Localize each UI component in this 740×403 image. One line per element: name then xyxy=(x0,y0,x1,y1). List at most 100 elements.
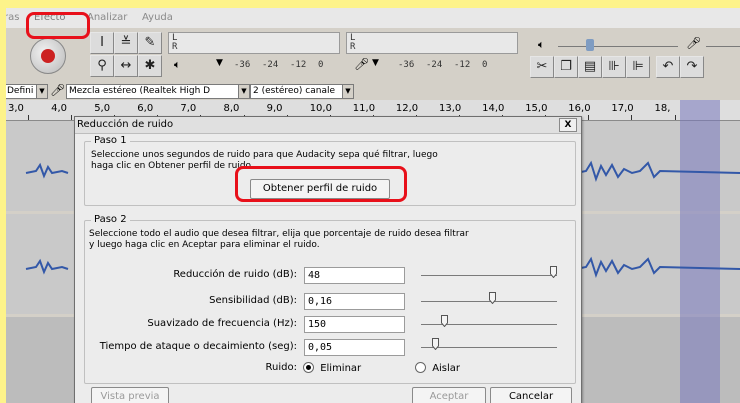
meter-tick: -24 xyxy=(262,60,279,70)
ok-button[interactable]: Aceptar xyxy=(412,387,486,403)
attack-decay-label: Tiempo de ataque o decaimiento (seg): xyxy=(99,341,297,352)
ruler-tick-mark xyxy=(28,115,29,120)
step2-text-line2: y luego haga clic en Aceptar para elimin… xyxy=(89,240,320,250)
timeshift-tool-icon[interactable]: ↔ xyxy=(114,55,138,77)
copy-icon[interactable]: ❐ xyxy=(554,56,578,78)
menu-bar: ras Efecto Analizar Ayuda xyxy=(6,8,740,28)
multi-tool-icon[interactable]: ✱ xyxy=(138,55,162,77)
host-select[interactable]: Defini ▼ xyxy=(6,84,48,99)
recording-meter[interactable]: L R xyxy=(346,32,518,54)
highlight-effect-menu xyxy=(26,12,90,39)
radio-isolate[interactable]: Aislar xyxy=(415,362,460,374)
meter-tick: -12 xyxy=(290,60,307,70)
meter-tick: -24 xyxy=(426,60,443,70)
cut-icon[interactable]: ✂ xyxy=(530,56,554,78)
frequency-smoothing-input[interactable]: 150 xyxy=(304,316,405,333)
noise-reduction-input[interactable]: 48 xyxy=(304,267,405,284)
radio-remove-label: Eliminar xyxy=(320,362,362,374)
input-device-value: Mezcla estéreo (Realtek High D xyxy=(69,86,211,96)
host-select-value: Defini xyxy=(7,86,34,96)
channels-select[interactable]: 2 (estéreo) canale ▼ xyxy=(250,84,354,99)
trim-icon[interactable]: ⊪ xyxy=(602,56,626,78)
silence-icon[interactable]: ⊫ xyxy=(626,56,650,78)
ruler-tick-label: 11,0 xyxy=(352,103,376,114)
step2-title: Paso 2 xyxy=(91,214,130,225)
attack-decay-slider[interactable] xyxy=(421,347,557,348)
highlight-get-profile-button xyxy=(235,166,407,202)
ruler-tick-mark xyxy=(631,115,633,120)
toolbar: I ≚ ✎ ⚲ ↔ ✱ L R 🔈︎ ▼ -36 -24 -12 0 L R 🎤… xyxy=(6,28,740,83)
dialog-title: Reducción de ruido xyxy=(77,119,174,130)
menu-item-analyze[interactable]: Analizar xyxy=(87,12,127,23)
menu-item-tracks[interactable]: ras xyxy=(6,12,19,23)
close-button[interactable]: X xyxy=(559,118,577,132)
zoom-tool-icon[interactable]: ⚲ xyxy=(90,55,114,77)
ruler-tick-label: 14,0 xyxy=(482,103,505,114)
microphone-icon: 🎤︎ xyxy=(50,83,66,97)
playback-volume-thumb[interactable] xyxy=(586,39,594,51)
noise-reduction-label: Reducción de ruido (dB): xyxy=(173,269,297,280)
ruler-tick-label: 5,0 xyxy=(94,103,111,114)
noise-reduction-slider[interactable] xyxy=(421,275,557,276)
meter-r-label: R xyxy=(172,42,178,52)
slider-thumb[interactable] xyxy=(549,266,557,279)
radio-unselected-icon xyxy=(415,362,426,373)
ruler-tick-label: 8,0 xyxy=(223,103,240,114)
selection-tool-icon[interactable]: I xyxy=(90,32,114,54)
chevron-down-icon: ▼ xyxy=(342,85,353,98)
slider-thumb[interactable] xyxy=(441,315,449,328)
menu-item-help[interactable]: Ayuda xyxy=(142,12,173,23)
draw-tool-icon[interactable]: ✎ xyxy=(138,32,162,54)
slider-thumb[interactable] xyxy=(431,338,439,351)
meter-tick: -12 xyxy=(454,60,471,70)
microphone-icon: 🎤︎ xyxy=(686,36,702,50)
record-volume-slider[interactable] xyxy=(706,46,740,47)
step1-title: Paso 1 xyxy=(91,135,130,146)
chevron-down-icon: ▼ xyxy=(238,85,249,98)
chevron-down-icon[interactable]: ▼ xyxy=(372,58,379,68)
attack-decay-input[interactable]: 0,05 xyxy=(304,339,405,356)
meter-tick: -36 xyxy=(398,60,415,70)
step2-instructions: Seleccione todo el audio que desea filtr… xyxy=(89,229,469,251)
ruler-tick-label: 15,0 xyxy=(525,103,548,114)
sensitivity-label: Sensibilidad (dB): xyxy=(209,295,297,306)
speaker-icon: 🔈︎ xyxy=(538,38,545,51)
redo-icon[interactable]: ↷ xyxy=(680,56,704,78)
input-device-select[interactable]: Mezcla estéreo (Realtek High D ▼ xyxy=(66,84,250,99)
noise-label: Ruido: xyxy=(265,362,297,373)
ruler-tick-label: 6,0 xyxy=(137,103,154,114)
envelope-tool-icon[interactable]: ≚ xyxy=(114,32,138,54)
sensitivity-input[interactable]: 0,16 xyxy=(304,293,405,310)
meter-tick: 0 xyxy=(482,60,488,70)
slider-thumb[interactable] xyxy=(488,292,496,305)
ruler-tick-mark xyxy=(71,115,73,120)
radio-remove[interactable]: Eliminar xyxy=(303,362,361,374)
ruler-tick-label: 13,0 xyxy=(439,103,462,114)
chevron-down-icon[interactable]: ▼ xyxy=(216,58,223,68)
ruler-tick-label: 12,0 xyxy=(395,103,419,114)
record-icon xyxy=(41,49,55,63)
device-toolbar: Defini ▼ 🎤︎ Mezcla estéreo (Realtek High… xyxy=(6,82,740,101)
record-button[interactable] xyxy=(30,38,66,74)
ruler-tick-mark xyxy=(588,115,590,120)
ruler-tick-label: 9,0 xyxy=(266,103,283,114)
undo-icon[interactable]: ↶ xyxy=(656,56,680,78)
ruler-tick-label: 4,0 xyxy=(51,103,67,114)
playback-volume-slider[interactable] xyxy=(558,46,678,47)
channels-value: 2 (estéreo) canale xyxy=(253,86,336,96)
dialog-titlebar[interactable]: Reducción de ruido X xyxy=(75,117,581,134)
cancel-button[interactable]: Cancelar xyxy=(490,387,572,403)
paste-icon[interactable]: ▤ xyxy=(578,56,602,78)
step2-text-line1: Seleccione todo el audio que desea filtr… xyxy=(89,229,469,239)
ruler-tick-label: 16,0 xyxy=(568,103,591,114)
step1-text-line1: Seleccione unos segundos de ruido para q… xyxy=(91,150,438,160)
meter-tick: 0 xyxy=(318,60,324,70)
playback-meter[interactable]: L R xyxy=(168,32,340,54)
chevron-down-icon: ▼ xyxy=(36,85,47,98)
audacity-window: ras Efecto Analizar Ayuda I ≚ ✎ ⚲ ↔ ✱ L … xyxy=(6,8,740,403)
ruler-tick-mark xyxy=(674,115,676,120)
preview-button[interactable]: Vista previa xyxy=(91,387,169,403)
microphone-icon: 🎤︎ xyxy=(354,57,370,71)
ruler-tick-label: 17,0 xyxy=(611,103,634,114)
ruler-tick-label: 7,0 xyxy=(180,103,197,114)
